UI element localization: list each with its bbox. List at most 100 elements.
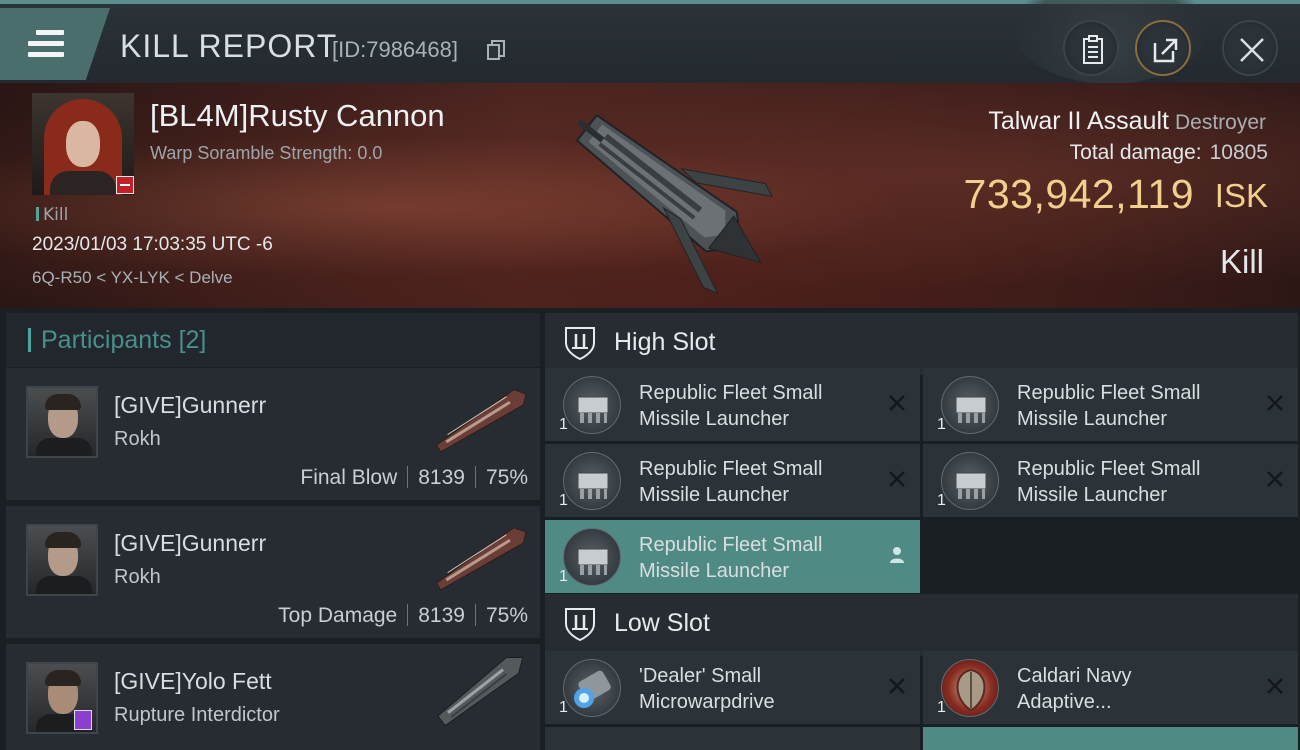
participant-role: Top Damage [278, 604, 398, 627]
module-name-line2: Missile Launcher [639, 484, 790, 506]
participant-badge-icon [74, 710, 92, 730]
module-name-line2: Missile Launcher [639, 408, 790, 430]
participant-ship: Rokh [114, 566, 161, 588]
module-name: Republic Fleet Small Missile Launcher [639, 532, 822, 584]
module-name-line2: Missile Launcher [1017, 408, 1168, 430]
victim-banner: [BL4M]Rusty Cannon Warp Soramble Strengt… [0, 83, 1300, 308]
module-name-line1: Republic Fleet Small [639, 534, 823, 556]
module-name-line2: Missile Launcher [1017, 484, 1168, 506]
module-slot[interactable] [545, 727, 920, 750]
participants-count: [2] [178, 326, 207, 354]
participant-ship-icon [437, 656, 524, 727]
share-icon [1153, 38, 1178, 63]
module-name-line1: Republic Fleet Small [1017, 382, 1201, 404]
module-name-line1: Republic Fleet Small [639, 382, 823, 404]
close-button[interactable] [1222, 20, 1278, 76]
module-name-line2: Missile Launcher [639, 560, 790, 582]
module-slot[interactable]: 1 Republic Fleet Small Missile Launcher [545, 368, 920, 441]
destroyed-x-icon [1267, 395, 1283, 411]
module-slot-selected[interactable]: 1 Republic Fleet Small Missile Launcher [545, 520, 920, 593]
participant-stats: Final Blow 8139 75% [300, 466, 528, 490]
destroyed-x-icon [1267, 678, 1283, 694]
participant-avatar[interactable] [26, 524, 98, 596]
victim-name[interactable]: [BL4M]Rusty Cannon [150, 98, 445, 134]
participant-ship-icon [435, 389, 527, 453]
module-name: Republic Fleet Small Missile Launcher [1017, 456, 1200, 508]
participant-role: Final Blow [300, 466, 398, 489]
participant-row[interactable]: [GIVE]Gunnerr Rokh Final Blow 8139 75% [6, 368, 540, 500]
armor-hardener-icon [941, 659, 999, 717]
module-name-line2: Microwarpdrive [639, 691, 775, 713]
module-name: 'Dealer' Small Microwarpdrive [639, 663, 775, 715]
participants-title: Participants [41, 326, 172, 354]
participant-row[interactable]: [GIVE]Gunnerr Rokh Top Damage 8139 75% [6, 506, 540, 638]
module-quantity: 1 [937, 699, 946, 716]
total-damage-label: Total damage: [1069, 141, 1202, 164]
kill-location[interactable]: 6Q-R50 < YX-LYK < Delve [32, 268, 233, 288]
module-quantity: 1 [559, 568, 568, 585]
module-quantity: 1 [937, 492, 946, 509]
participants-header: Participants [2] [6, 313, 540, 367]
module-name-line1: 'Dealer' Small [639, 665, 762, 687]
participant-ship-icon [435, 527, 527, 591]
module-name: Republic Fleet Small Missile Launcher [1017, 380, 1200, 432]
destroyed-x-icon [889, 678, 905, 694]
module-slot[interactable]: 1 Republic Fleet Small Missile Launcher [923, 444, 1298, 517]
participant-percent: 75% [485, 604, 528, 627]
ship-class: Destroyer [1174, 111, 1266, 134]
module-slot[interactable]: 1 Republic Fleet Small Missile Launcher [545, 444, 920, 517]
page-title: KILL REPORT [120, 28, 338, 64]
module-quantity: 1 [559, 699, 568, 716]
destroyed-x-icon [1267, 471, 1283, 487]
isk-value: 733,942,119 [963, 171, 1194, 217]
module-name-line1: Caldari Navy [1017, 665, 1132, 687]
close-icon [1240, 38, 1264, 62]
participant-percent: 75% [485, 466, 528, 489]
corp-standing-icon [116, 176, 134, 194]
missile-launcher-icon [941, 452, 999, 510]
dropped-person-icon [890, 547, 904, 563]
module-slot-selected[interactable] [923, 727, 1298, 750]
share-button[interactable] [1135, 20, 1191, 76]
menu-button[interactable] [0, 8, 110, 80]
total-damage-value: 10805 [1209, 141, 1268, 164]
microwarpdrive-icon [563, 659, 621, 717]
hamburger-icon [28, 30, 64, 58]
missile-launcher-icon [563, 452, 621, 510]
participant-stats: Top Damage 8139 75% [278, 604, 528, 628]
warp-scramble-strength: Warp Soramble Strength: 0.0 [150, 143, 383, 163]
participant-name: [GIVE]Gunnerr [114, 392, 267, 418]
participant-ship: Rupture Interdictor [114, 704, 280, 726]
kill-tag: Kill [36, 205, 68, 225]
kill-datetime: 2023/01/03 17:03:35 UTC -6 [32, 234, 273, 255]
destroyed-x-icon [889, 395, 905, 411]
copy-icon[interactable] [487, 40, 505, 60]
module-name: Republic Fleet Small Missile Launcher [639, 456, 822, 508]
header-bar: KILL REPORT [ID:7986468] [0, 0, 1300, 84]
module-slot[interactable]: 1 Republic Fleet Small Missile Launcher [923, 368, 1298, 441]
module-name-line2: Adaptive... [1017, 691, 1112, 713]
kill-id: [ID:7986468] [332, 37, 458, 62]
high-slot-header: High Slot [545, 313, 1298, 375]
low-slot-label: Low Slot [614, 609, 710, 637]
victim-ship-name[interactable]: Talwar II Assault Destroyer [988, 107, 1266, 136]
participant-damage: 8139 [418, 604, 465, 627]
high-slot-label: High Slot [614, 328, 716, 356]
module-quantity: 1 [937, 416, 946, 433]
module-name-line1: Republic Fleet Small [639, 458, 823, 480]
module-slot[interactable]: 1 'Dealer' Small Microwarpdrive [545, 651, 920, 724]
participant-ship: Rokh [114, 428, 161, 450]
participant-row[interactable]: [GIVE]Yolo Fett Rupture Interdictor [6, 644, 540, 750]
module-name: Republic Fleet Small Missile Launcher [639, 380, 822, 432]
ship-type: Talwar II Assault [988, 107, 1169, 135]
participant-name: [GIVE]Yolo Fett [114, 668, 272, 694]
module-slot[interactable]: 1 Caldari Navy Adaptive... [923, 651, 1298, 724]
missile-launcher-icon [563, 376, 621, 434]
participant-avatar[interactable] [26, 386, 98, 458]
clipboard-button[interactable] [1063, 20, 1119, 76]
victim-ship-render[interactable] [520, 88, 790, 303]
module-quantity: 1 [559, 416, 568, 433]
module-quantity: 1 [559, 492, 568, 509]
low-slot-header: Low Slot [545, 594, 1298, 656]
module-name-line1: Republic Fleet Small [1017, 458, 1201, 480]
